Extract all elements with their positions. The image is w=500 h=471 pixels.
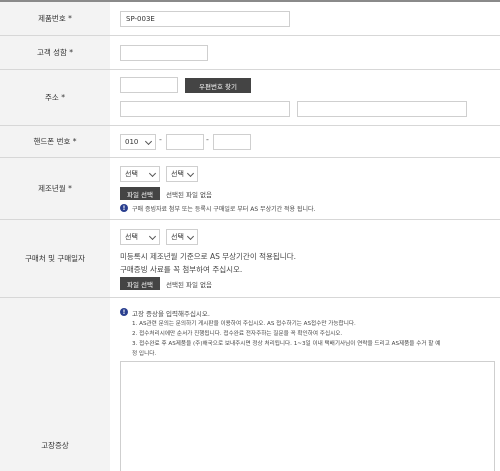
purchase-file-status: 선택된 파일 없음: [166, 281, 212, 289]
row-symptom: 고장증상 ! 고장 증상을 입력해주십시오. 1. AS관련 문의는 문의하기 …: [0, 298, 500, 471]
symptom-textarea[interactable]: [120, 361, 495, 471]
purchase-month-select[interactable]: 선택: [166, 229, 198, 245]
phone-dash-2: -: [206, 135, 209, 144]
phone-dash-1: -: [159, 135, 162, 144]
purchase-line-2: 구매증빙 사료를 꼭 첨부하여 주십시오.: [120, 265, 243, 274]
product-number-label: 제품번호 *: [0, 2, 110, 35]
phone-middle-input[interactable]: [166, 134, 204, 150]
as-request-form: 제품번호 * SP-003E 고객 성함 * 주소 * 우편번호 찾기 핸드폰 …: [0, 0, 500, 471]
row-address: 주소 * 우편번호 찾기: [0, 70, 500, 126]
product-number-input[interactable]: SP-003E: [120, 11, 290, 27]
symptom-notice-title: 고장 증상을 입력해주십시오.: [132, 310, 210, 318]
customer-name-input[interactable]: [120, 45, 208, 61]
chevron-down-icon: [148, 169, 157, 178]
phone-label: 핸드폰 번호 *: [0, 126, 110, 157]
postcode-input[interactable]: [120, 77, 178, 93]
purchase-year-value: 선택: [125, 233, 138, 241]
purchase-label: 구매처 및 구매일자: [0, 220, 110, 297]
info-icon: !: [120, 308, 128, 316]
symptom-label-text: 고장증상: [41, 441, 69, 450]
symptom-note-3: 3. 접수완료 후 AS제품을 (주)해국으로 보내주시면 정상 처리됩니다. …: [132, 341, 441, 347]
symptom-note-2: 2. 접수처리시에만 순서가 진행됩니다. 접수완료 전자주하는 질문을 꼭 확…: [132, 331, 343, 337]
purchase-year-select[interactable]: 선택: [120, 229, 160, 245]
customer-name-label: 고객 성함 *: [0, 36, 110, 69]
chevron-down-icon: [148, 232, 157, 241]
purchase-month-value: 선택: [171, 233, 184, 241]
address-input[interactable]: [120, 101, 290, 117]
phone-prefix-select[interactable]: 010: [120, 134, 156, 150]
purchase-file-button[interactable]: 파일 선택: [120, 277, 160, 290]
manufacture-year-select[interactable]: 선택: [120, 166, 160, 182]
row-phone: 핸드폰 번호 * 010 - -: [0, 126, 500, 158]
address-detail-input[interactable]: [297, 101, 467, 117]
manufacture-file-status: 선택된 파일 없음: [166, 191, 212, 199]
row-customer-name: 고객 성함 *: [0, 36, 500, 70]
manufacture-month-value: 선택: [171, 170, 184, 178]
symptom-note-4: 정 입니다.: [132, 351, 157, 357]
manufacture-month-select[interactable]: 선택: [166, 166, 198, 182]
phone-prefix-value: 010: [125, 138, 139, 146]
manufacture-notice: 구매 증빙자료 첨부 또는 등록시 구매일로 부터 AS 무상기간 적용 됩니다…: [132, 206, 316, 213]
row-manufacture-date: 제조년월 * 선택 선택 파일 선택 선택된 파일 없음 ! 구매 증빙자료 첨…: [0, 158, 500, 220]
purchase-line-1: 미등록시 제조년월 기준으로 AS 무상기간이 적용됩니다.: [120, 252, 296, 261]
row-purchase: 구매처 및 구매일자 선택 선택 미등록시 제조년월 기준으로 AS 무상기간이…: [0, 220, 500, 298]
symptom-label: 고장증상: [0, 298, 110, 471]
chevron-down-icon: [144, 137, 153, 146]
manufacture-date-label: 제조년월 *: [0, 158, 110, 219]
symptom-note-1: 1. AS관련 문의는 문의하기 게시판을 이용하여 주십시오. AS 접수하기…: [132, 321, 356, 327]
manufacture-year-value: 선택: [125, 170, 138, 178]
chevron-down-icon: [186, 232, 195, 241]
address-label: 주소 *: [0, 70, 110, 125]
manufacture-file-button[interactable]: 파일 선택: [120, 187, 160, 200]
info-icon: !: [120, 204, 128, 212]
phone-last-input[interactable]: [213, 134, 251, 150]
chevron-down-icon: [186, 169, 195, 178]
row-product-number: 제품번호 * SP-003E: [0, 2, 500, 36]
postcode-search-button[interactable]: 우편번호 찾기: [185, 78, 251, 93]
